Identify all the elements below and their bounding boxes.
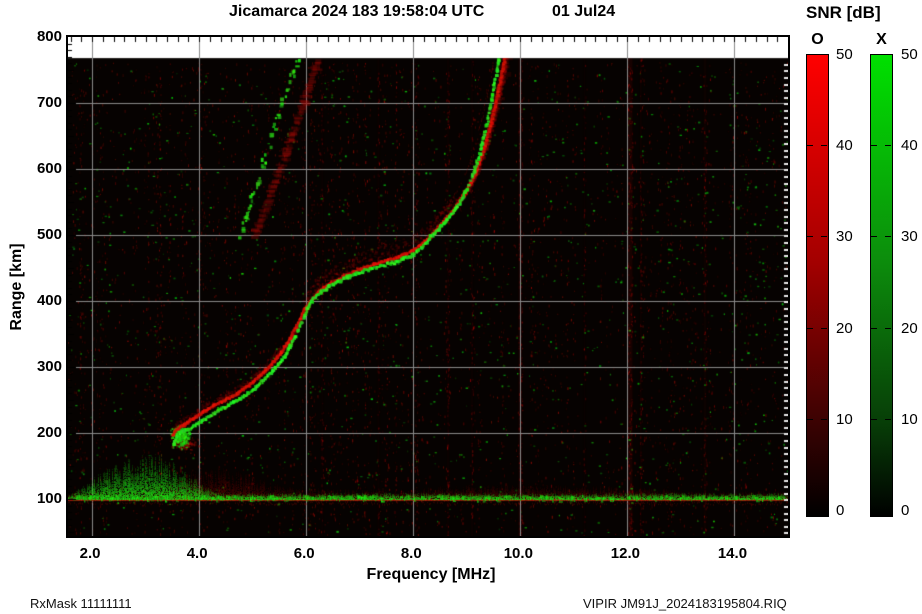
o-colorbar-tick-mark [821, 236, 827, 237]
x-mode-label: X [870, 31, 893, 49]
o-colorbar-tick-label: 10 [836, 411, 853, 428]
o-colorbar-tick-label: 50 [836, 46, 853, 63]
x-colorbar-tick-mark [885, 328, 891, 329]
ionogram-page: { "title": "Jicamarca 2024 183 19:58:04 … [0, 0, 922, 614]
y-tick-label: 100 [14, 490, 62, 507]
y-axis-title: Range [km] [8, 243, 26, 330]
y-tick-label: 600 [14, 160, 62, 177]
y-tick-label: 200 [14, 424, 62, 441]
y-tick-label: 300 [14, 358, 62, 375]
o-colorbar-tick-mark [807, 236, 813, 237]
y-tick-label: 500 [14, 226, 62, 243]
x-colorbar-tick-mark [885, 236, 891, 237]
y-tick-label: 700 [14, 94, 62, 111]
x-tick-label: 8.0 [381, 545, 441, 562]
y-tick-label: 400 [14, 292, 62, 309]
o-mode-label: O [806, 31, 829, 49]
x-colorbar-tick-label: 40 [901, 137, 918, 154]
x-axis-title: Frequency [MHz] [331, 566, 531, 584]
o-colorbar-tick-mark [807, 145, 813, 146]
x-colorbar-tick-mark [871, 145, 877, 146]
o-colorbar-tick-mark [821, 328, 827, 329]
x-colorbar-tick-mark [871, 328, 877, 329]
colorbar-title: SNR [dB] [806, 3, 881, 23]
o-colorbar-tick-label: 0 [836, 502, 844, 519]
x-colorbar-tick-mark [871, 236, 877, 237]
date-label: 01 Jul24 [552, 3, 615, 21]
x-colorbar-tick-label: 30 [901, 228, 918, 245]
o-colorbar-tick-label: 40 [836, 137, 853, 154]
o-colorbar-tick-mark [807, 419, 813, 420]
rxmask-label: RxMask 11111111 [30, 596, 132, 611]
o-colorbar-tick-label: 20 [836, 320, 853, 337]
x-colorbar-tick-label: 0 [901, 502, 909, 519]
x-colorbar-tick-mark [885, 419, 891, 420]
x-colorbar-tick-mark [871, 419, 877, 420]
x-tick-label: 14.0 [702, 545, 762, 562]
x-colorbar-tick-mark [885, 145, 891, 146]
y-tick-label: 800 [14, 28, 62, 45]
o-colorbar-tick-mark [821, 419, 827, 420]
ionogram-plot [68, 37, 788, 536]
filename-label: VIPIR JM91J_2024183195804.RIQ [583, 596, 787, 611]
x-colorbar-tick-label: 20 [901, 320, 918, 337]
x-mode-colorbar [870, 54, 893, 517]
o-mode-colorbar [806, 54, 829, 517]
x-tick-label: 12.0 [595, 545, 655, 562]
o-colorbar-tick-label: 30 [836, 228, 853, 245]
o-colorbar-tick-mark [821, 145, 827, 146]
x-colorbar-tick-label: 10 [901, 411, 918, 428]
x-tick-label: 4.0 [167, 545, 227, 562]
x-tick-label: 2.0 [60, 545, 120, 562]
page-title: Jicamarca 2024 183 19:58:04 UTC [229, 3, 484, 21]
plot-frame [66, 35, 790, 538]
x-tick-label: 10.0 [488, 545, 548, 562]
x-colorbar-tick-label: 50 [901, 46, 918, 63]
o-colorbar-tick-mark [807, 328, 813, 329]
x-tick-label: 6.0 [274, 545, 334, 562]
